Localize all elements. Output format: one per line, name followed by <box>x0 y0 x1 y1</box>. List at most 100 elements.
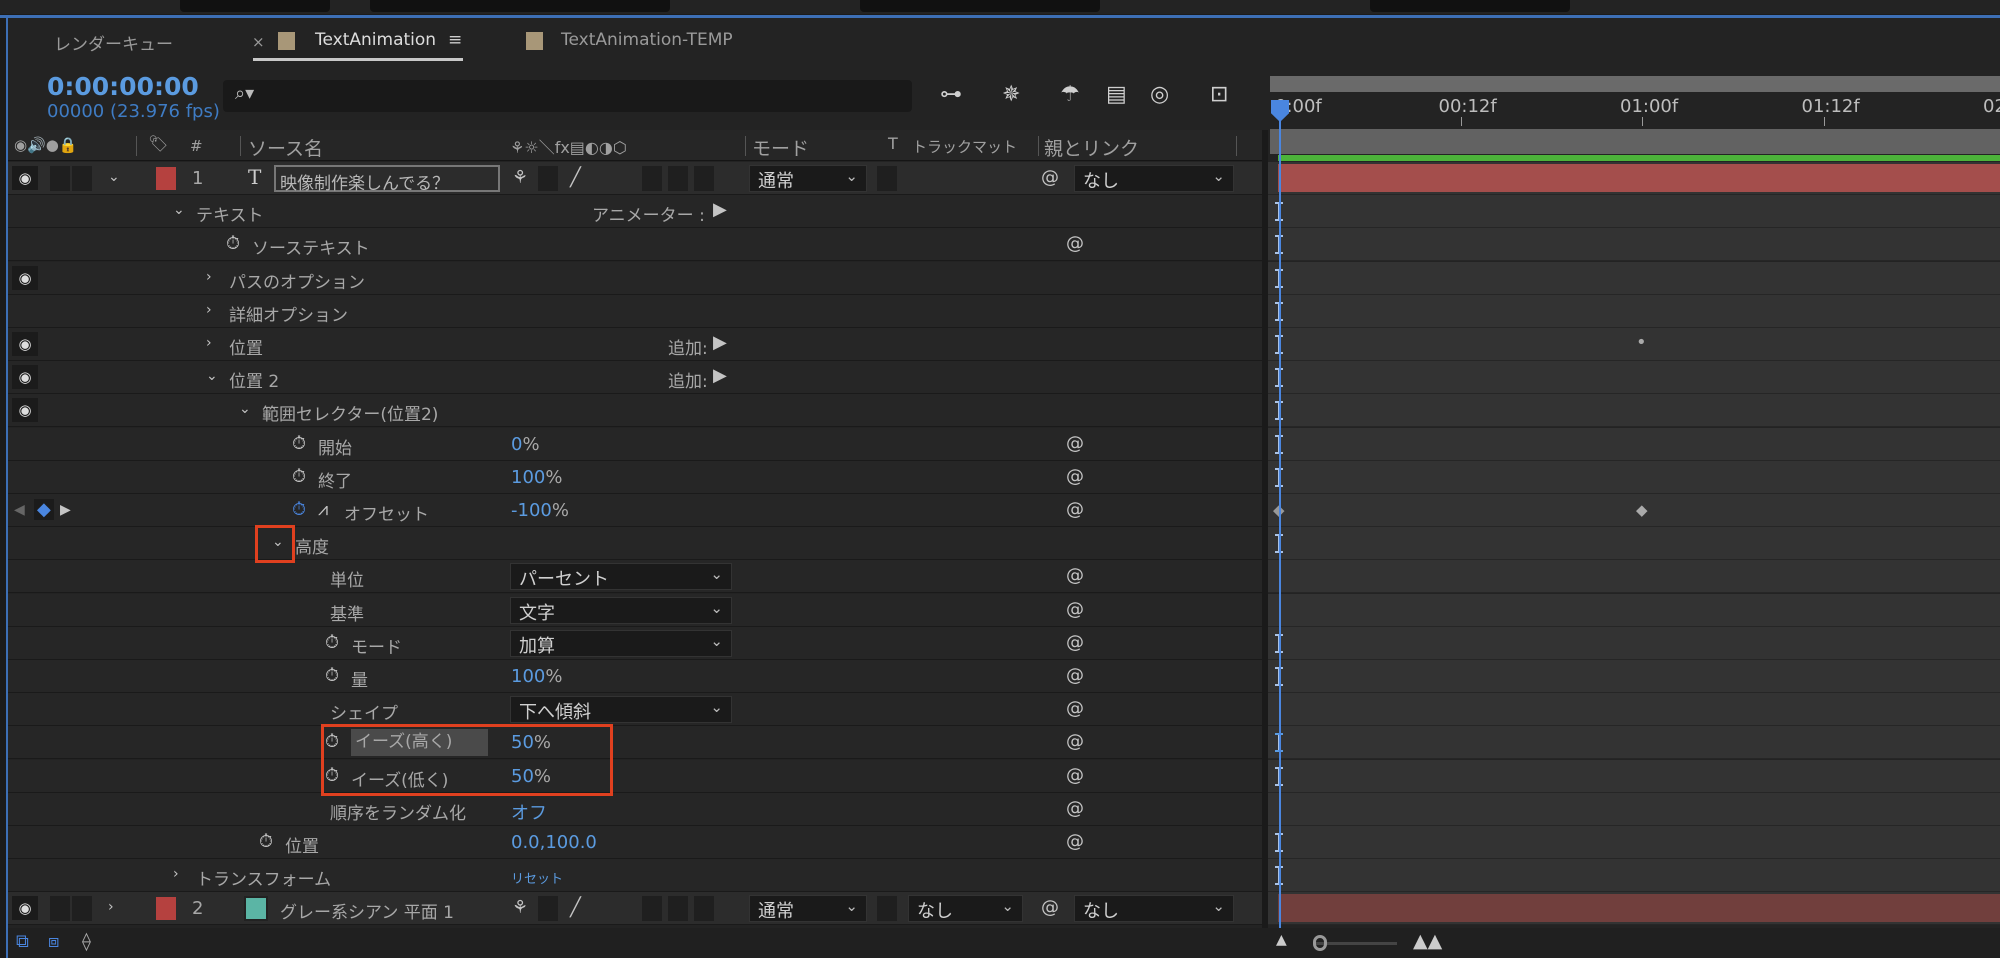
label-color-swatch[interactable] <box>156 167 176 190</box>
visibility-eye-icon[interactable]: ◉ <box>12 398 38 423</box>
layer-switch[interactable] <box>668 896 688 922</box>
current-time-indicator[interactable] <box>1279 100 1281 928</box>
solo-switch[interactable] <box>72 166 92 191</box>
expression-pick-whip-icon[interactable]: @ <box>1066 499 1084 520</box>
add-keyframe-diamond-icon[interactable]: ◆ <box>34 499 54 520</box>
av-features-header[interactable]: ◉🔊●🔒 <box>14 136 78 154</box>
mode-dropdown[interactable]: 通常 ⌄ <box>749 895 867 923</box>
property-value[interactable]: 0.0,100.0 <box>511 832 597 853</box>
switches-header[interactable]: ⚘☼＼fx▤◐◑⬡ <box>510 134 627 158</box>
expression-pick-whip-icon[interactable]: @ <box>1066 665 1084 686</box>
property-value[interactable]: リセット <box>511 868 563 887</box>
expression-pick-whip-icon[interactable]: @ <box>1066 831 1084 852</box>
layer-switch[interactable] <box>642 896 662 922</box>
add-menu-play-icon[interactable]: ▶ <box>713 199 727 220</box>
quality-switch-icon[interactable]: ╱ <box>570 167 581 188</box>
zoom-out-icon[interactable]: ▲ <box>1276 932 1287 948</box>
audio-switch[interactable] <box>50 896 70 922</box>
tab-textanimation-temp[interactable]: TextAnimation-TEMP <box>561 30 733 50</box>
video-visibility-eye-icon[interactable]: ◉ <box>12 166 38 190</box>
tab-render-queue[interactable]: レンダーキュー <box>54 30 173 55</box>
panel-divider[interactable] <box>1262 130 1268 928</box>
expression-pick-whip-icon[interactable]: @ <box>1066 731 1084 752</box>
property-value[interactable]: オフ <box>511 799 547 825</box>
composition-flowchart-icon[interactable]: ⊶ <box>940 82 962 107</box>
property-value[interactable]: -100% <box>511 500 569 521</box>
visibility-eye-icon[interactable]: ◉ <box>12 265 38 290</box>
stopwatch-icon[interactable]: ⏱ <box>259 831 273 852</box>
pick-whip-icon[interactable]: @ <box>1041 167 1059 188</box>
stopwatch-icon[interactable]: ⏱ <box>325 665 339 686</box>
property-dropdown[interactable]: 文字 ⌄ <box>510 596 732 624</box>
preserve-transparency-switch[interactable] <box>877 896 897 922</box>
preserve-transparency-switch[interactable] <box>877 166 897 191</box>
zoom-in-icon[interactable]: ▲▲ <box>1413 930 1442 952</box>
expression-pick-whip-icon[interactable]: @ <box>1066 466 1084 487</box>
zoom-slider-handle[interactable] <box>1313 935 1327 951</box>
in-out-toggle-icon[interactable]: ⟠ <box>82 931 91 952</box>
layer-switch[interactable] <box>694 166 714 191</box>
solo-switch[interactable] <box>72 896 92 922</box>
property-value[interactable]: 100% <box>511 467 562 488</box>
expression-pick-whip-icon[interactable]: @ <box>1066 632 1084 653</box>
layer-duration-bar[interactable] <box>1278 164 2000 192</box>
property-value[interactable]: 0% <box>511 434 540 455</box>
parent-dropdown[interactable]: なし ⌄ <box>1074 895 1234 923</box>
property-dropdown[interactable]: 加算 ⌄ <box>510 629 732 657</box>
audio-switch[interactable] <box>50 166 70 191</box>
pick-whip-icon[interactable]: @ <box>1041 897 1059 918</box>
expand-chevron-icon[interactable]: › <box>206 269 212 285</box>
add-menu-play-icon[interactable]: ▶ <box>713 332 727 353</box>
tab-close-icon[interactable]: × <box>252 33 265 51</box>
expand-chevron-icon[interactable]: ⌄ <box>239 401 251 417</box>
collapse-switch[interactable] <box>538 896 558 922</box>
layer-duration-bar[interactable] <box>1278 894 2000 923</box>
draft-3d-icon[interactable]: ✵ <box>1002 82 1020 107</box>
stopwatch-icon[interactable]: ⏱ <box>292 499 306 520</box>
search-input[interactable]: ⌕▾ <box>223 80 912 112</box>
prev-keyframe-icon[interactable]: ◀ <box>14 502 25 518</box>
parent-link-header[interactable]: 親とリンク <box>1044 134 1139 161</box>
source-name-header[interactable]: ソース名 <box>248 134 323 161</box>
expression-pick-whip-icon[interactable]: @ <box>1066 698 1084 719</box>
graph-editor-icon[interactable]: ⊡ <box>1210 82 1228 107</box>
expand-chevron-icon[interactable]: › <box>206 335 212 351</box>
expression-pick-whip-icon[interactable]: @ <box>1066 798 1084 819</box>
tab-menu-icon[interactable]: ≡ <box>448 30 462 50</box>
expression-pick-whip-icon[interactable]: @ <box>1066 433 1084 454</box>
expand-chevron-icon[interactable]: › <box>108 899 114 915</box>
shy-layers-icon[interactable]: ☂ <box>1060 82 1080 107</box>
label-color-swatch[interactable] <box>156 897 176 921</box>
expand-chevron-icon[interactable]: › <box>206 302 212 318</box>
graph-editor-toggle-icon[interactable]: ⩘ <box>318 499 328 520</box>
layer-row[interactable]: ◉ › 2 グレー系シアン 平面 1 ⚘ ╱ 通常 ⌄ なし ⌄ @ なし ⌄ <box>8 892 1262 926</box>
layer-name[interactable]: グレー系シアン 平面 1 <box>280 898 454 923</box>
tab-textanimation[interactable]: TextAnimation <box>315 30 436 50</box>
visibility-eye-icon[interactable]: ◉ <box>12 365 38 390</box>
property-dropdown[interactable]: 下へ傾斜 ⌄ <box>510 696 732 724</box>
trackmatte-header[interactable]: トラックマット <box>912 136 1017 157</box>
label-header-icon[interactable]: 🏷 <box>148 134 168 153</box>
shy-switch-icon[interactable]: ⚘ <box>512 897 528 918</box>
layer-switch[interactable] <box>668 166 688 191</box>
mode-dropdown[interactable]: 通常 ⌄ <box>749 165 867 192</box>
quality-switch-icon[interactable]: ╱ <box>570 897 581 918</box>
visibility-eye-icon[interactable]: ◉ <box>12 332 38 356</box>
property-dropdown[interactable]: パーセント ⌄ <box>510 563 732 591</box>
expression-pick-whip-icon[interactable]: @ <box>1066 565 1084 586</box>
expression-pick-whip-icon[interactable]: @ <box>1066 765 1084 786</box>
work-area-bar[interactable] <box>1270 76 2000 92</box>
layer-switches-toggle-icon[interactable]: ⧉ <box>16 931 29 952</box>
expand-chevron-icon[interactable]: ⌄ <box>108 169 120 185</box>
trackmatte-dropdown[interactable]: なし ⌄ <box>908 895 1023 923</box>
expression-pick-whip-icon[interactable]: @ <box>1066 233 1084 254</box>
layer-switch[interactable] <box>694 896 714 922</box>
stopwatch-icon[interactable]: ⏱ <box>292 466 306 487</box>
keyframe-dot[interactable]: • <box>1636 332 1647 353</box>
video-visibility-eye-icon[interactable]: ◉ <box>12 896 38 921</box>
layer-switch[interactable] <box>642 166 662 191</box>
shy-switch-icon[interactable]: ⚘ <box>512 167 528 188</box>
add-menu-play-icon[interactable]: ▶ <box>713 365 727 386</box>
property-value[interactable]: 100% <box>511 666 562 687</box>
mode-header[interactable]: モード <box>752 134 809 161</box>
